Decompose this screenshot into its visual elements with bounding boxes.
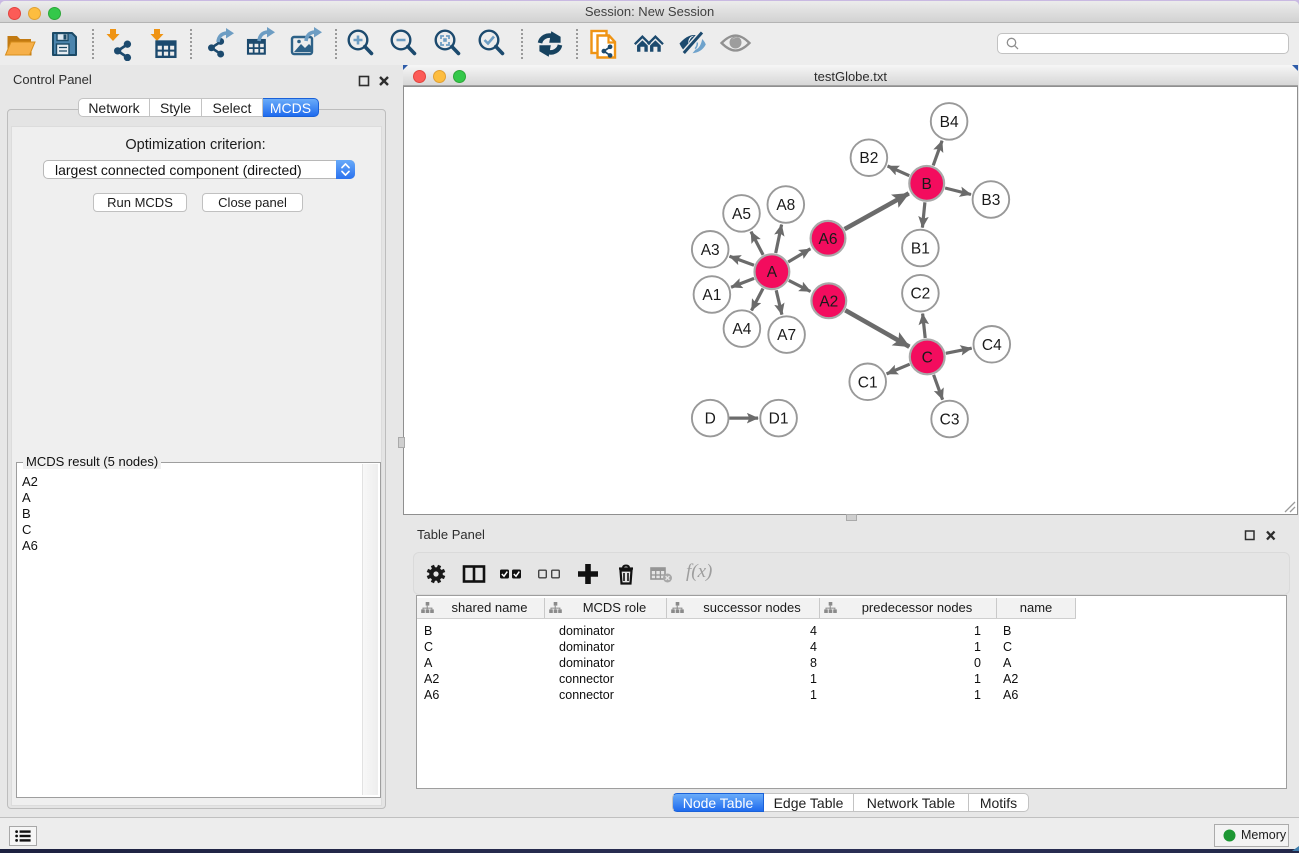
- svg-text:C: C: [922, 349, 933, 366]
- svg-text:B: B: [922, 176, 932, 193]
- svg-text:B3: B3: [981, 192, 1000, 209]
- svg-text:A2: A2: [819, 293, 838, 310]
- svg-text:A1: A1: [702, 287, 721, 304]
- svg-text:B4: B4: [940, 114, 959, 131]
- svg-text:A3: A3: [701, 242, 720, 259]
- svg-text:D: D: [705, 411, 716, 428]
- svg-text:A8: A8: [776, 197, 795, 214]
- svg-text:C3: C3: [940, 412, 960, 429]
- svg-text:D1: D1: [769, 411, 789, 428]
- svg-text:A: A: [767, 264, 778, 281]
- svg-text:B1: B1: [911, 241, 930, 258]
- svg-text:A5: A5: [732, 206, 751, 223]
- svg-text:C1: C1: [858, 374, 878, 391]
- svg-text:A6: A6: [819, 231, 838, 248]
- svg-text:B2: B2: [859, 150, 878, 167]
- svg-text:A7: A7: [777, 327, 796, 344]
- svg-text:C2: C2: [910, 286, 930, 303]
- svg-text:A4: A4: [732, 321, 751, 338]
- svg-text:C4: C4: [982, 337, 1002, 354]
